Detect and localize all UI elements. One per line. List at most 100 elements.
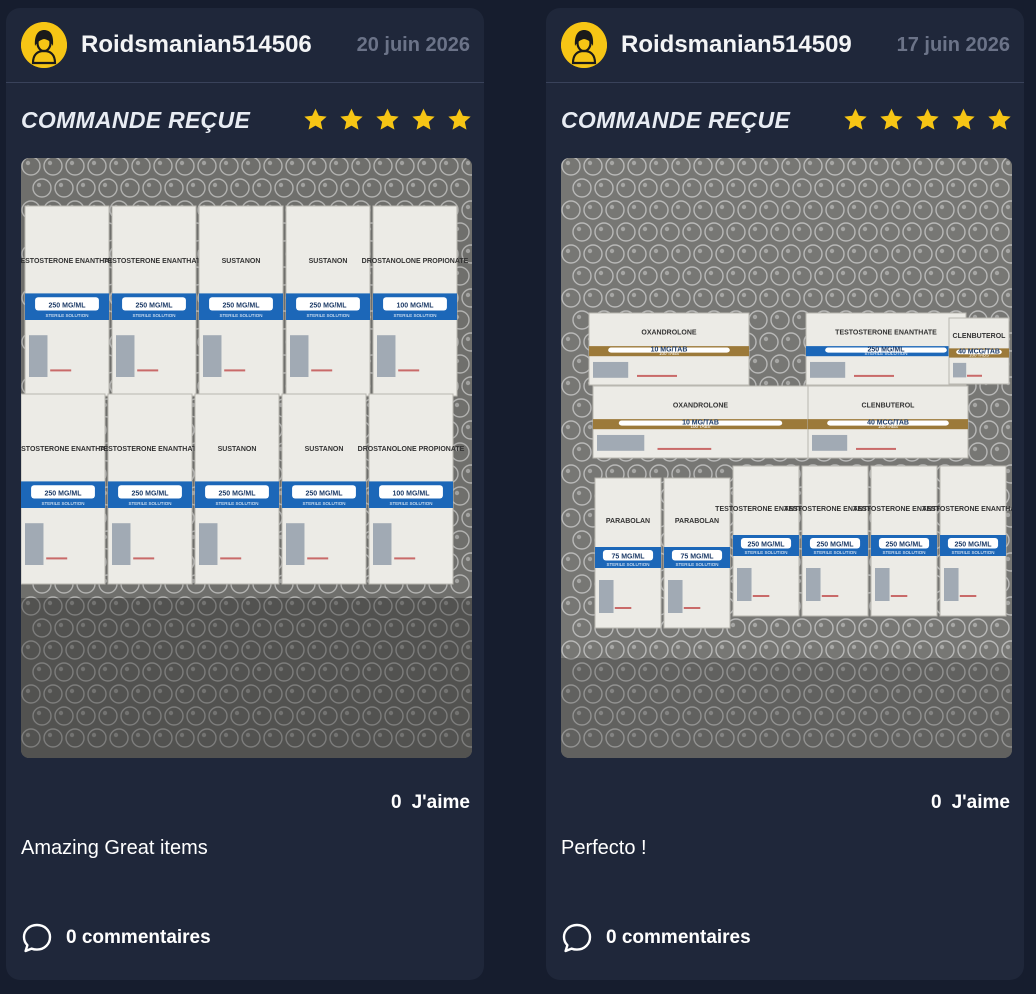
review-text: Perfecto !: [561, 837, 647, 859]
review-title: COMMANDE REÇUE: [21, 107, 251, 133]
username[interactable]: Roidsmanian514509: [621, 31, 852, 59]
product-strength: 250 MG/ML: [132, 491, 170, 498]
product-name: PARABOLAN: [606, 518, 650, 525]
like-button[interactable]: 0 J'aime: [391, 792, 470, 814]
product-name: DROSTANOLONE PROPIONATE: [362, 258, 469, 265]
product-box: TESTOSTERONE ENANTHATE250 MG/MLSTERILE S…: [21, 393, 114, 585]
product-label: 100 TABS: [878, 424, 898, 429]
product-box: OXANDROLONE10 MG/TAB100 TABS: [592, 385, 809, 459]
product-name: OXANDROLONE: [641, 330, 697, 337]
product-box: TESTOSTERONE ENANTHATE 250 MG/ML STERILE S…: [99, 393, 201, 585]
review-date: 20 juin 2026: [356, 34, 470, 56]
product-label: STERILE SOLUTION: [306, 313, 349, 318]
product-label: STERILE SOLUTION: [302, 501, 345, 506]
product-label: STERILE SOLUTION: [132, 313, 175, 318]
review-card: Roidsmanian514506 20 juin 2026 COMMANDE …: [6, 8, 484, 980]
product-box: SUSTANON 250 MG/ML STERILE SOLUTION: [285, 205, 371, 397]
product-label: STERILE SOLUTION: [675, 562, 718, 567]
product-label: STERILE SOLUTION: [606, 562, 649, 567]
likes-label: J'aime: [411, 792, 470, 813]
star-icon: [844, 108, 867, 130]
star-icon: [412, 108, 435, 130]
star-rating: [843, 107, 1012, 132]
comments-count: 0: [606, 927, 617, 948]
product-strength: 250 MG/ML: [49, 303, 87, 310]
product-name: OXANDROLONE: [673, 403, 729, 410]
product-strength: 250 MG/ML: [136, 303, 174, 310]
comments-link[interactable]: 0 commentaires: [561, 921, 751, 955]
star-icon: [376, 108, 399, 130]
product-label: STERILE SOLUTION: [744, 550, 787, 555]
product-box: SUSTANON 250 MG/ML STERILE SOLUTION: [194, 393, 280, 585]
review-photo[interactable]: OXANDROLONE 10 MG/TAB 100 TABS TESTOSTERONE…: [561, 158, 1012, 758]
product-box: TESTOSTERONE ENANTHATE250 MG/MLSTERILE S…: [805, 312, 967, 386]
product-name: SUSTANON: [222, 258, 261, 265]
star-rating: [303, 107, 472, 132]
product-box: CLENBUTEROL40 MCG/TAB100 TABS: [807, 385, 969, 459]
product-photo: OXANDROLONE10 MG/TAB100 TABSTESTOSTERONE…: [561, 158, 1012, 758]
comments-count: 0: [66, 927, 77, 948]
comments-link[interactable]: 0 commentaires: [21, 921, 211, 955]
star-icon: [448, 108, 471, 130]
product-strength: 250 MG/ML: [223, 303, 261, 310]
username[interactable]: Roidsmanian514506: [81, 31, 312, 59]
product-name: TESTOSTERONE ENANTHATE: [99, 446, 201, 453]
product-label: STERILE SOLUTION: [219, 313, 262, 318]
product-label: STERILE SOLUTION: [128, 501, 171, 506]
product-name: SUSTANON: [309, 258, 348, 265]
product-strength: 250 MG/ML: [886, 541, 924, 548]
product-box: SUSTANON 250 MG/ML STERILE SOLUTION: [281, 393, 367, 585]
comments-count-text: 0 commentaires: [606, 927, 751, 949]
comment-bubble-icon: [22, 923, 52, 953]
user-silhouette-icon: [21, 22, 67, 68]
product-box: PARABOLAN 75 MG/ML STERILE SOLUTION: [594, 477, 662, 629]
star-icon: [916, 108, 939, 130]
review-photo[interactable]: TESTOSTERONE ENANTHATE 250 MG/ML STERILE S…: [21, 158, 472, 758]
product-label: STERILE SOLUTION: [45, 313, 88, 318]
product-strength: 100 MG/ML: [397, 303, 435, 310]
review-title: COMMANDE REÇUE: [561, 107, 791, 133]
product-name: TESTOSTERONE ENANTHATE: [835, 330, 937, 337]
user-silhouette-icon: [561, 22, 607, 68]
product-strength: 250 MG/ML: [817, 541, 855, 548]
likes-count: 0: [391, 792, 402, 813]
product-name: CLENBUTEROL: [862, 403, 916, 410]
product-box: PARABOLAN 75 MG/ML STERILE SOLUTION: [663, 477, 731, 629]
product-label: 100 TABS: [659, 351, 679, 356]
product-strength: 250 MG/ML: [310, 303, 348, 310]
product-label: STERILE SOLUTION: [951, 550, 994, 555]
product-label: STERILE SOLUTION: [864, 351, 907, 356]
product-strength: 75 MG/ML: [680, 553, 714, 560]
comments-label: commentaires: [81, 927, 211, 948]
product-strength: 75 MG/ML: [611, 553, 645, 560]
star-icon: [340, 108, 363, 130]
product-photo: TESTOSTERONE ENANTHATE 250 MG/ML STERILE S…: [21, 158, 472, 758]
product-strength: 250 MG/ML: [219, 491, 257, 498]
avatar[interactable]: [21, 22, 67, 68]
product-label: STERILE SOLUTION: [389, 501, 432, 506]
review-text: Amazing Great items: [21, 837, 208, 859]
review-header: Roidsmanian514506 20 juin 2026: [6, 8, 484, 83]
product-name: TESTOSTERONE ENANTHATE: [103, 258, 205, 265]
product-label: 100 TABS: [690, 424, 710, 429]
likes-count: 0: [931, 792, 942, 813]
product-strength: 250 MG/ML: [306, 491, 344, 498]
product-box: DROSTANOLONE PROPIONATE 100 MG/ML STERILE …: [362, 205, 469, 397]
product-name: TESTOSTERONE ENANTHATE: [922, 506, 1012, 513]
product-box: OXANDROLONE10 MG/TAB100 TABS: [588, 312, 750, 386]
product-label: STERILE SOLUTION: [215, 501, 258, 506]
product-label: STERILE SOLUTION: [882, 550, 925, 555]
likes-label: J'aime: [951, 792, 1010, 813]
comment-bubble-icon: [562, 923, 592, 953]
like-button[interactable]: 0 J'aime: [931, 792, 1010, 814]
product-box: DROSTANOLONE PROPIONATE 100 MG/ML STERILE …: [358, 393, 465, 585]
review-date: 17 juin 2026: [896, 34, 1010, 56]
comments-label: commentaires: [621, 927, 751, 948]
avatar[interactable]: [561, 22, 607, 68]
product-name: DROSTANOLONE PROPIONATE: [358, 446, 465, 453]
product-name: SUSTANON: [218, 446, 257, 453]
product-strength: 250 MG/ML: [955, 541, 993, 548]
product-box: SUSTANON 250 MG/ML STERILE SOLUTION: [198, 205, 284, 397]
star-icon: [952, 108, 975, 130]
star-icon: [988, 108, 1011, 130]
